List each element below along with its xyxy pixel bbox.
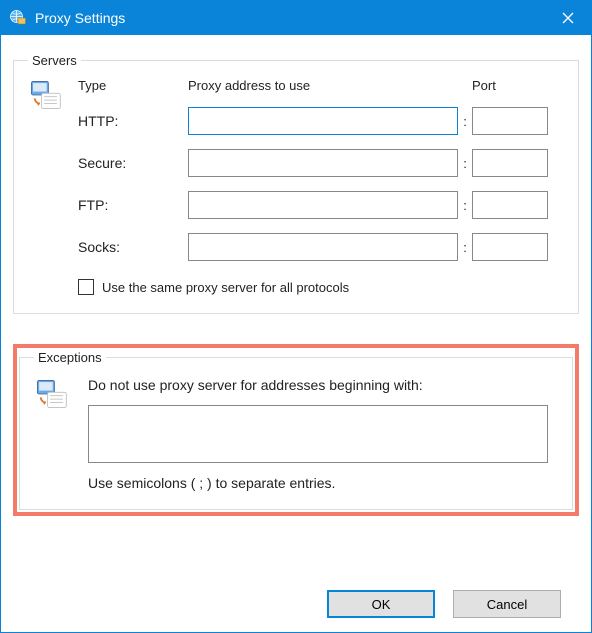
dialog-buttons: OK Cancel — [13, 580, 579, 622]
socks-address-input[interactable] — [188, 233, 458, 261]
servers-legend: Servers — [28, 53, 81, 68]
column-header-type: Type — [78, 78, 188, 93]
close-button[interactable] — [545, 1, 591, 35]
http-label: HTTP: — [78, 113, 188, 129]
window-title: Proxy Settings — [35, 10, 545, 26]
exceptions-note: Use semicolons ( ; ) to separate entries… — [88, 475, 558, 491]
dialog-body: Servers Type Proxy address to u — [1, 35, 591, 632]
colon-separator: : — [458, 114, 472, 129]
ftp-label: FTP: — [78, 197, 188, 213]
exceptions-group: Exceptions Do — [19, 350, 573, 510]
close-icon — [562, 12, 574, 24]
servers-icon — [28, 78, 78, 115]
http-address-input[interactable] — [188, 107, 458, 135]
secure-port-input[interactable] — [472, 149, 548, 177]
secure-address-input[interactable] — [188, 149, 458, 177]
exceptions-legend: Exceptions — [34, 350, 106, 365]
servers-group: Servers Type Proxy address to u — [13, 53, 579, 314]
titlebar: Proxy Settings — [1, 1, 591, 35]
same-proxy-checkbox[interactable] — [78, 279, 94, 295]
proxy-settings-window: Proxy Settings Servers — [0, 0, 592, 633]
exceptions-icon — [34, 377, 84, 414]
colon-separator: : — [458, 156, 472, 171]
colon-separator: : — [458, 198, 472, 213]
exceptions-instruction: Do not use proxy server for addresses be… — [88, 377, 558, 393]
proxy-settings-app-icon — [9, 9, 27, 27]
cancel-button[interactable]: Cancel — [453, 590, 561, 618]
column-header-address: Proxy address to use — [188, 78, 458, 93]
column-header-port: Port — [472, 78, 548, 93]
exceptions-highlight: Exceptions Do — [13, 344, 579, 516]
exceptions-textarea[interactable] — [88, 405, 548, 463]
socks-port-input[interactable] — [472, 233, 548, 261]
secure-label: Secure: — [78, 155, 188, 171]
http-port-input[interactable] — [472, 107, 548, 135]
ftp-port-input[interactable] — [472, 191, 548, 219]
socks-label: Socks: — [78, 239, 188, 255]
ftp-address-input[interactable] — [188, 191, 458, 219]
ok-button[interactable]: OK — [327, 590, 435, 618]
same-proxy-label: Use the same proxy server for all protoc… — [102, 280, 349, 295]
colon-separator: : — [458, 240, 472, 255]
